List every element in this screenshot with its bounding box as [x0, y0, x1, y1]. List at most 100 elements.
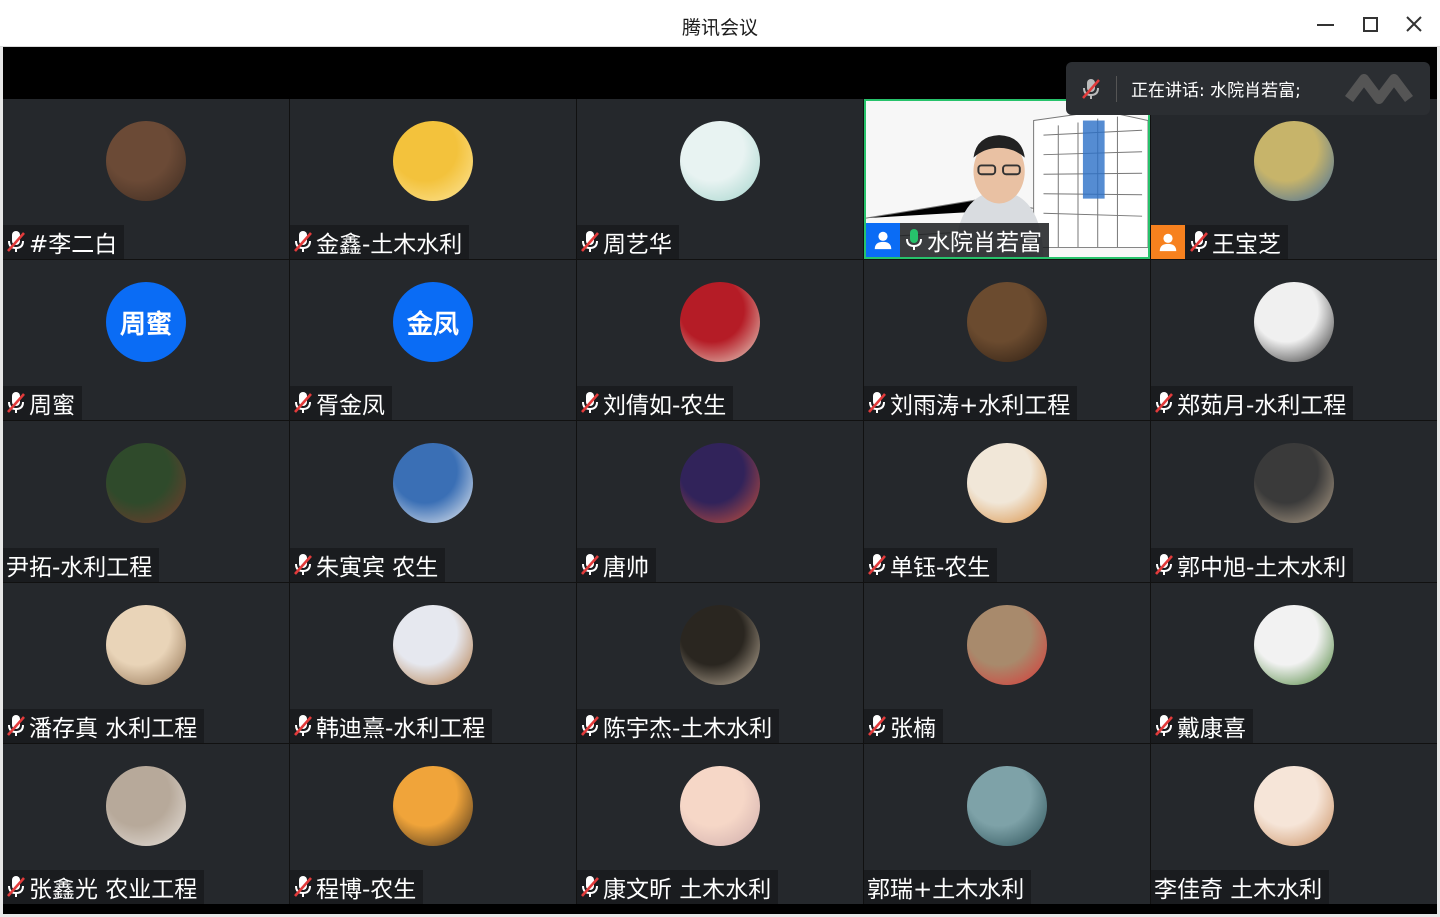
- participant-name: 唐帅: [603, 554, 649, 581]
- participant-name-bar: 程博-农生: [290, 869, 424, 904]
- avatar: [1254, 604, 1334, 685]
- participant-tile[interactable]: 周蜜 周蜜: [3, 260, 289, 421]
- participant-name-bar: 李佳奇 土木水利: [1151, 869, 1330, 904]
- participant-name-bar: 金鑫-土木水利: [290, 225, 470, 260]
- participant-tile[interactable]: 周艺华: [577, 99, 863, 260]
- participant-name: 戴康喜: [1177, 715, 1246, 742]
- participant-name: 单钰-农生: [890, 554, 991, 581]
- participant-tile[interactable]: 潘存真 水利工程: [3, 582, 289, 743]
- participant-name-bar: 郭中旭-土木水利: [1151, 547, 1354, 582]
- participant-tile[interactable]: 李佳奇 土木水利: [1151, 743, 1437, 904]
- participant-tile[interactable]: #李二白: [3, 99, 289, 260]
- avatar: [680, 765, 760, 846]
- mic-muted-icon: [581, 392, 599, 414]
- participant-name-bar: 王宝芝: [1151, 225, 1288, 260]
- participant-name: 陈宇杰-土木水利: [603, 715, 773, 742]
- divider: [1116, 75, 1117, 102]
- avatar: [393, 604, 473, 685]
- avatar: [1254, 765, 1334, 846]
- participant-tile[interactable]: 刘倩如-农生: [577, 260, 863, 421]
- avatar: [680, 121, 760, 201]
- mic-muted-icon: [7, 714, 25, 736]
- mic-muted-icon: [1190, 231, 1208, 253]
- participant-name-bar: 周蜜: [3, 386, 82, 421]
- participant-name: 周艺华: [603, 232, 672, 259]
- participant-name: 郑茹月-水利工程: [1177, 393, 1347, 420]
- participant-grid: #李二白 金鑫-土木水利 周艺华 水院肖若富 王宝芝 周蜜 周蜜 金凤 胥金凤 刘倩如-农生 刘雨涛…: [3, 99, 1437, 904]
- participant-name: 张楠: [890, 715, 936, 742]
- participant-name: 朱寅宾 农生: [316, 554, 439, 581]
- participant-tile[interactable]: 朱寅宾 农生: [290, 421, 576, 582]
- participant-name-bar: 韩迪熹-水利工程: [290, 708, 493, 743]
- participant-tile[interactable]: 唐帅: [577, 421, 863, 582]
- window-title: 腾讯会议: [681, 17, 758, 39]
- mic-muted-icon: [294, 553, 312, 575]
- maximize-button[interactable]: [1353, 9, 1387, 39]
- participant-tile[interactable]: 韩迪熹-水利工程: [290, 582, 576, 743]
- avatar: [1254, 121, 1334, 201]
- participant-tile[interactable]: 张楠: [864, 582, 1150, 743]
- participant-name: 刘雨涛+水利工程: [890, 393, 1071, 420]
- participant-tile[interactable]: 郭瑞+土木水利: [864, 743, 1150, 904]
- avatar: [393, 121, 473, 201]
- avatar: [967, 443, 1047, 524]
- mic-muted-icon: [868, 392, 886, 414]
- participant-tile[interactable]: 水院肖若富: [864, 99, 1150, 260]
- close-button[interactable]: [1397, 9, 1431, 39]
- avatar: [106, 765, 186, 846]
- participant-tile[interactable]: 金鑫-土木水利: [290, 99, 576, 260]
- avatar: [106, 121, 186, 201]
- mic-muted-icon: [581, 875, 599, 897]
- participant-tile[interactable]: 尹拓-水利工程: [3, 421, 289, 582]
- participant-tile[interactable]: 张鑫光 农业工程: [3, 743, 289, 904]
- avatar: [967, 282, 1047, 363]
- mic-muted-icon: [7, 231, 25, 253]
- participant-tile[interactable]: 程博-农生: [290, 743, 576, 904]
- participant-name-bar: 唐帅: [577, 547, 656, 582]
- close-icon: [1406, 16, 1422, 32]
- mic-muted-icon: [1155, 392, 1173, 414]
- participant-name-bar: 张鑫光 农业工程: [3, 869, 205, 904]
- participant-tile[interactable]: 郭中旭-土木水利: [1151, 421, 1437, 582]
- participant-tile[interactable]: 王宝芝: [1151, 99, 1437, 260]
- participant-name-bar: 郭瑞+土木水利: [864, 869, 1032, 904]
- mic-muted-icon: [868, 714, 886, 736]
- mic-muted-icon: [294, 231, 312, 253]
- mic-muted-icon: [581, 714, 599, 736]
- participant-tile[interactable]: 郑茹月-水利工程: [1151, 260, 1437, 421]
- participant-name-bar: 陈宇杰-土木水利: [577, 708, 780, 743]
- title-bar: 腾讯会议: [0, 0, 1440, 47]
- participant-name: 韩迪熹-水利工程: [316, 715, 486, 742]
- participant-tile[interactable]: 戴康喜: [1151, 582, 1437, 743]
- mic-muted-icon: [1082, 78, 1100, 99]
- participant-name: 李佳奇 土木水利: [1154, 876, 1323, 903]
- mic-muted-icon: [294, 392, 312, 414]
- participant-name-bar: 胥金凤: [290, 386, 392, 421]
- avatar: [393, 765, 473, 846]
- avatar: [680, 604, 760, 685]
- host-badge-icon: [866, 223, 900, 258]
- host-badge-icon: [1151, 225, 1185, 260]
- maximize-icon: [1362, 16, 1378, 32]
- mic-muted-icon: [294, 875, 312, 897]
- minimize-button[interactable]: [1308, 9, 1342, 39]
- participant-tile[interactable]: 金凤 胥金凤: [290, 260, 576, 421]
- participant-tile[interactable]: 康文昕 土木水利: [577, 743, 863, 904]
- participant-name: #李二白: [29, 232, 118, 259]
- mic-active-icon: [906, 229, 922, 251]
- avatar: [1254, 443, 1334, 524]
- mic-muted-icon: [7, 392, 25, 414]
- participant-tile[interactable]: 陈宇杰-土木水利: [577, 582, 863, 743]
- participant-name: 郭瑞+土木水利: [867, 876, 1025, 903]
- avatar: 周蜜: [106, 282, 186, 363]
- participant-name: 程博-农生: [316, 876, 417, 903]
- participant-name-bar: 戴康喜: [1151, 708, 1253, 743]
- mic-muted-icon: [7, 875, 25, 897]
- participant-name: 刘倩如-农生: [603, 393, 727, 420]
- avatar: [106, 604, 186, 685]
- participant-tile[interactable]: 单钰-农生: [864, 421, 1150, 582]
- mic-muted-icon: [581, 231, 599, 253]
- participant-tile[interactable]: 刘雨涛+水利工程: [864, 260, 1150, 421]
- participant-name-bar: #李二白: [3, 225, 125, 260]
- participant-name: 水院肖若富: [927, 230, 1042, 257]
